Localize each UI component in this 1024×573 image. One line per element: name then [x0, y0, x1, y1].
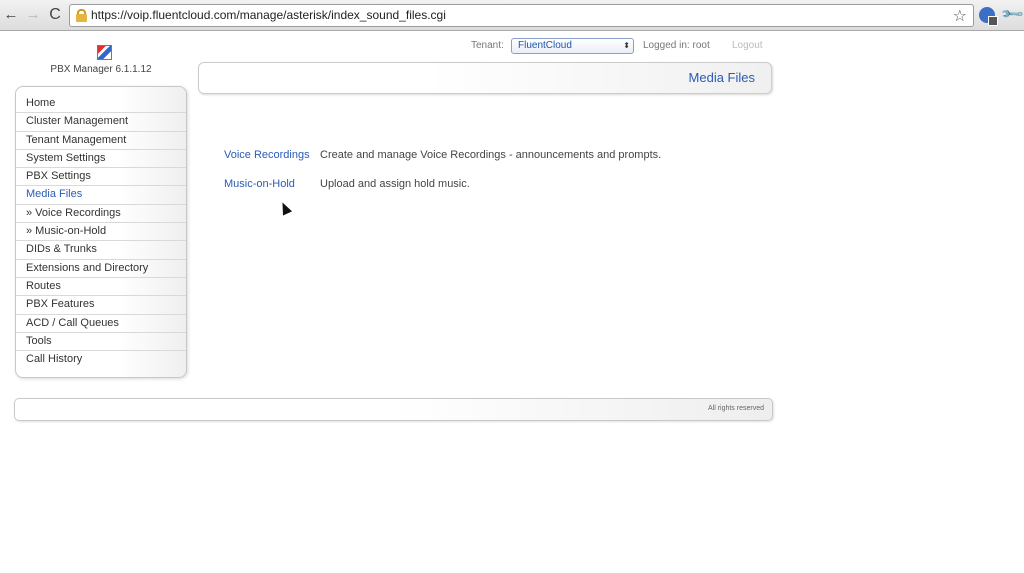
- tenant-select[interactable]: FluentCloud ⬍: [511, 38, 634, 54]
- music-on-hold-link[interactable]: Music-on-Hold: [224, 178, 295, 190]
- sidebar-item-home[interactable]: Home: [16, 95, 186, 114]
- content-row-voice-recordings: Voice Recordings Create and manage Voice…: [224, 149, 661, 161]
- sidebar-item-media-files[interactable]: Media Files: [16, 186, 186, 205]
- content-row-music-on-hold: Music-on-Hold Upload and assign hold mus…: [224, 178, 470, 190]
- voice-recordings-link[interactable]: Voice Recordings: [224, 149, 310, 161]
- music-on-hold-description: Upload and assign hold music.: [320, 178, 470, 190]
- footer-copyright: All rights reserved: [707, 405, 764, 412]
- page-title: Media Files: [688, 70, 755, 85]
- voice-recordings-description: Create and manage Voice Recordings - ann…: [320, 149, 662, 161]
- app-version: PBX Manager 6.1.1.12: [50, 64, 152, 75]
- wrench-icon[interactable]: 🔧: [999, 1, 1024, 27]
- sidebar-item-dids-trunks[interactable]: DIDs & Trunks: [16, 241, 186, 260]
- page-title-bar: Media Files: [198, 62, 772, 94]
- sidebar-item-tenant-management[interactable]: Tenant Management: [16, 132, 186, 150]
- tenant-label: Tenant:: [471, 40, 504, 51]
- sidebar-item-cluster-management[interactable]: Cluster Management: [16, 113, 186, 132]
- sidebar-item-tools[interactable]: Tools: [16, 333, 186, 352]
- sidebar-item-pbx-features[interactable]: PBX Features: [16, 296, 186, 315]
- sidebar-item-routes[interactable]: Routes: [16, 278, 186, 297]
- reload-icon[interactable]: C: [46, 6, 64, 24]
- sidebar-item-music-on-hold[interactable]: » Music-on-Hold: [16, 223, 186, 242]
- mouse-pointer-icon: [277, 200, 293, 216]
- url-text[interactable]: https://voip.fluentcloud.com/manage/aste…: [91, 8, 446, 22]
- footer-bar: All rights reserved: [14, 398, 773, 421]
- back-arrow-icon[interactable]: ←: [2, 6, 20, 24]
- sidebar-item-pbx-settings[interactable]: PBX Settings: [16, 168, 186, 187]
- bookmark-star-icon[interactable]: ☆: [953, 6, 967, 26]
- sidebar-item-call-history[interactable]: Call History: [16, 351, 186, 369]
- sidebar-item-voice-recordings[interactable]: » Voice Recordings: [16, 205, 186, 224]
- logout-link[interactable]: Logout: [732, 40, 763, 51]
- sidebar-item-system-settings[interactable]: System Settings: [16, 150, 186, 169]
- sidebar-item-extensions-directory[interactable]: Extensions and Directory: [16, 260, 186, 278]
- sidebar-nav: Home Cluster Management Tenant Managemen…: [15, 86, 187, 378]
- sidebar-item-acd-call-queues[interactable]: ACD / Call Queues: [16, 315, 186, 333]
- logged-in-text: Logged in: root: [643, 40, 710, 51]
- tenant-select-value: FluentCloud: [518, 40, 572, 51]
- app-logo-icon: [97, 45, 112, 60]
- extension-icon[interactable]: [979, 7, 998, 26]
- lock-icon: [76, 9, 87, 22]
- select-arrows-icon: ⬍: [623, 41, 630, 50]
- browser-toolbar: ← → C https://voip.fluentcloud.com/manag…: [0, 0, 1024, 31]
- address-bar[interactable]: https://voip.fluentcloud.com/manage/aste…: [69, 4, 974, 27]
- forward-arrow-icon[interactable]: →: [24, 6, 42, 24]
